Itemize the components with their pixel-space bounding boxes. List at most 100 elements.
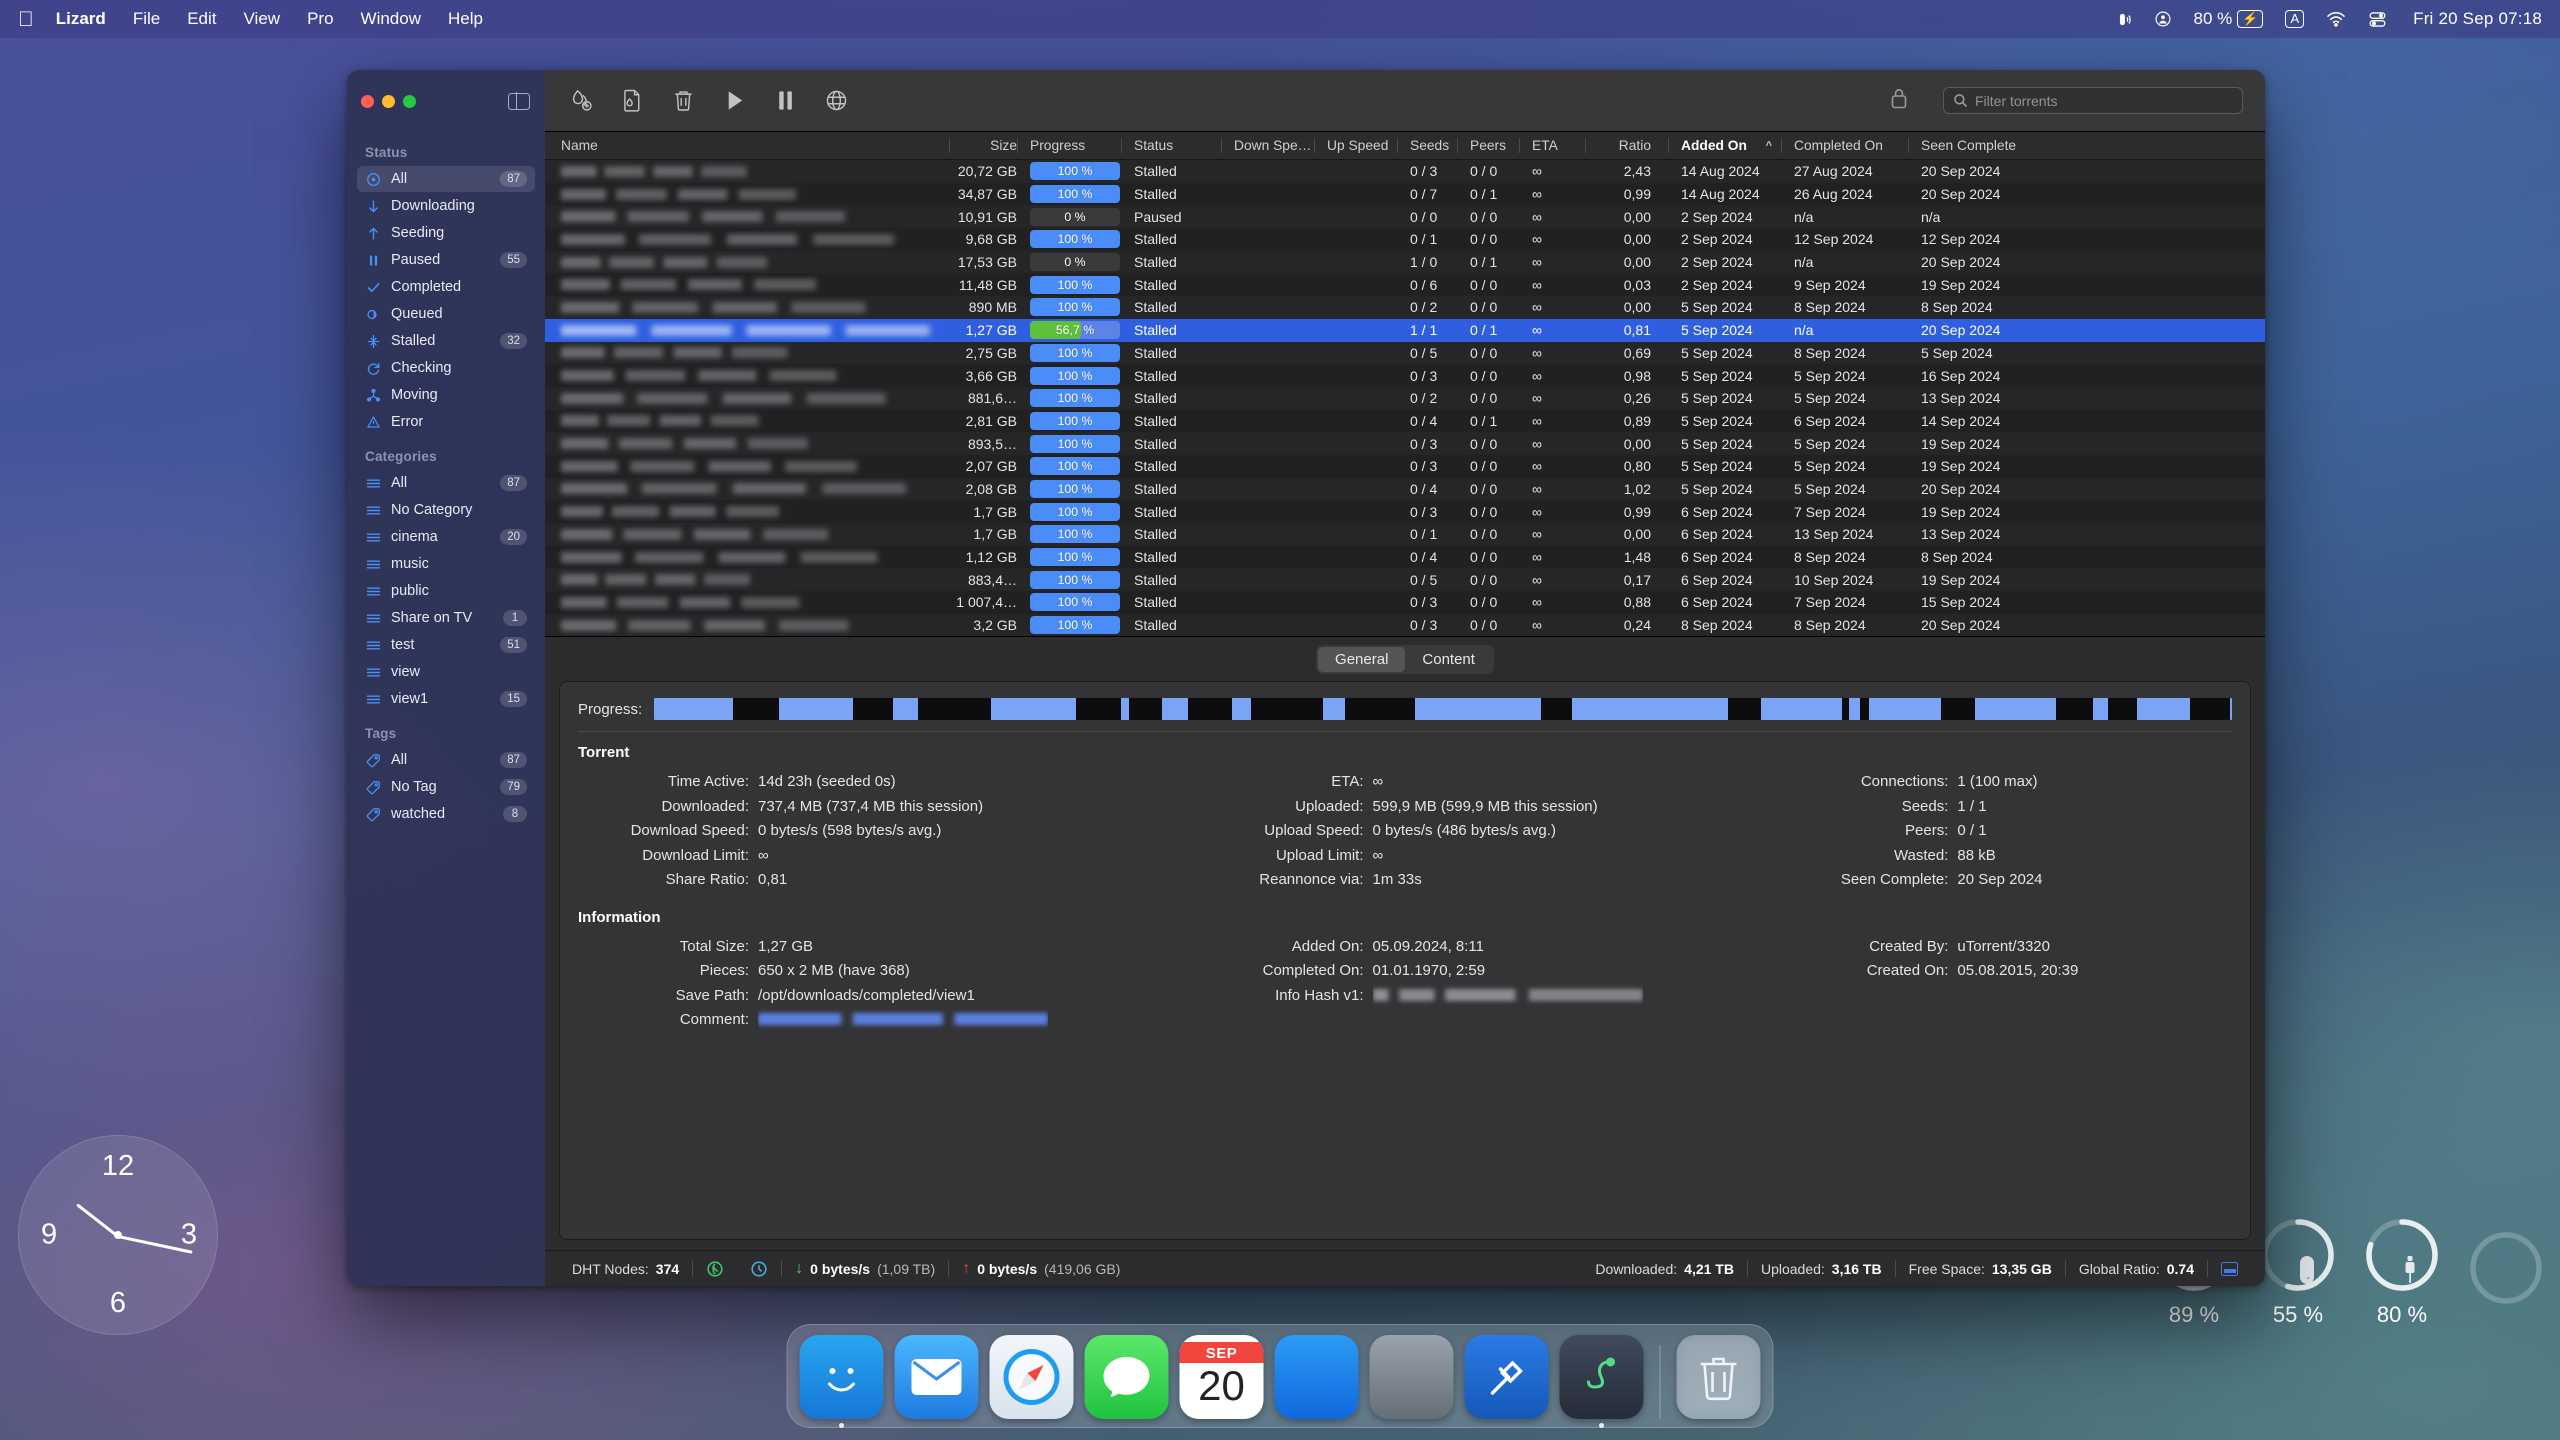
dock-item-trash[interactable] bbox=[1676, 1335, 1761, 1419]
table-row[interactable]: 34,87 GB 100 % Stalled 0 / 7 0 / 1 ∞ 0,99 14 Au… bbox=[545, 182, 2265, 206]
table-row[interactable]: 883,4… 100 % Stalled 0 / 5 0 / 0 ∞ 0,17 6 Sep 2… bbox=[545, 568, 2265, 592]
menu-item-pro[interactable]: Pro bbox=[307, 9, 333, 29]
table-row[interactable]: 20,72 GB 100 % Stalled 0 / 3 0 / 0 ∞ 2,43 14 Au… bbox=[545, 160, 2265, 183]
add-torrent-file-icon[interactable] bbox=[618, 87, 646, 115]
sidebar-item-public[interactable]: public bbox=[357, 578, 535, 604]
control-toggles-icon[interactable] bbox=[2368, 11, 2387, 28]
sidebar-item-no-tag[interactable]: No Tag 79 bbox=[357, 774, 535, 800]
input-source-indicator[interactable]: A bbox=[2285, 10, 2305, 28]
column-header-progress[interactable]: Progress bbox=[1017, 132, 1121, 159]
control-center-icon[interactable] bbox=[2154, 10, 2172, 28]
table-row[interactable]: 1,7 GB 100 % Stalled 0 / 1 0 / 0 ∞ 0,00 6 Sep 2… bbox=[545, 523, 2265, 546]
mini-window-icon[interactable] bbox=[2208, 1261, 2251, 1276]
column-header-peers[interactable]: Peers bbox=[1457, 132, 1519, 159]
dock-item-app-store[interactable] bbox=[1274, 1335, 1359, 1419]
menu-item-app[interactable]: Lizard bbox=[56, 9, 106, 29]
table-row[interactable]: 2,75 GB 100 % Stalled 0 / 5 0 / 0 ∞ 0,69 5 Sep … bbox=[545, 341, 2265, 365]
sidebar-item-completed[interactable]: Completed bbox=[357, 274, 535, 300]
menu-item-view[interactable]: View bbox=[244, 9, 281, 29]
column-header-ratio[interactable]: Ratio bbox=[1585, 132, 1668, 159]
sidebar-item-all[interactable]: All 87 bbox=[357, 747, 535, 773]
filter-torrents-input[interactable]: Filter torrents bbox=[1943, 87, 2243, 114]
sidebar-toggle-icon[interactable] bbox=[508, 91, 530, 111]
table-row[interactable]: 890 MB 100 % Stalled 0 / 2 0 / 0 ∞ 0,00 5 Sep 2… bbox=[545, 296, 2265, 319]
minimize-button[interactable] bbox=[382, 94, 395, 108]
sidebar-item-no-category[interactable]: No Category bbox=[357, 497, 535, 523]
dock-item-mail[interactable] bbox=[894, 1335, 979, 1419]
sidebar-item-seeding[interactable]: Seeding bbox=[357, 220, 535, 246]
sidebar-item-watched[interactable]: watched 8 bbox=[357, 801, 535, 827]
traffic-lights[interactable] bbox=[361, 94, 416, 108]
sidebar-item-all[interactable]: All 87 bbox=[357, 166, 535, 192]
apple-logo-icon[interactable]:  bbox=[18, 9, 34, 30]
sidebar-item-share-on-tv[interactable]: Share on TV 1 bbox=[357, 605, 535, 631]
pause-icon[interactable] bbox=[771, 87, 799, 115]
dock-item-safari[interactable] bbox=[989, 1335, 1074, 1419]
table-row[interactable]: 881,6… 100 % Stalled 0 / 2 0 / 0 ∞ 0,26 5 Sep 2… bbox=[545, 386, 2265, 410]
menu-item-help[interactable]: Help bbox=[448, 9, 483, 29]
wifi-icon[interactable] bbox=[2326, 11, 2346, 27]
table-row[interactable]: 2,07 GB 100 % Stalled 0 / 3 0 / 0 ∞ 0,80 5 Sep … bbox=[545, 454, 2265, 478]
tab-general[interactable]: General bbox=[1318, 646, 1406, 672]
sidebar-item-test[interactable]: test 51 bbox=[357, 632, 535, 658]
column-header-completed-on[interactable]: Completed On bbox=[1781, 132, 1908, 159]
table-row[interactable]: 1,7 GB 100 % Stalled 0 / 3 0 / 0 ∞ 0,99 6 Sep 2… bbox=[545, 500, 2265, 523]
ring-cell-empty-icon[interactable] bbox=[2462, 1229, 2550, 1315]
table-row[interactable]: 2,08 GB 100 % Stalled 0 / 4 0 / 0 ∞ 1,02 5 Sep … bbox=[545, 477, 2265, 501]
sidebar-item-paused[interactable]: Paused 55 bbox=[357, 247, 535, 273]
close-button[interactable] bbox=[361, 94, 374, 108]
dock-item-messages[interactable] bbox=[1084, 1335, 1169, 1419]
sidebar-item-all[interactable]: All 87 bbox=[357, 470, 535, 496]
table-row[interactable]: 3,2 GB 100 % Stalled 0 / 3 0 / 0 ∞ 0,24 8 Sep 2… bbox=[545, 613, 2265, 637]
maximize-button[interactable] bbox=[403, 94, 416, 108]
column-header-seen-complete[interactable]: Seen Complete bbox=[1908, 132, 2030, 159]
sidebar-item-moving[interactable]: Moving bbox=[357, 382, 535, 408]
table-row[interactable]: 11,48 GB 100 % Stalled 0 / 6 0 / 0 ∞ 0,03 2 Sep… bbox=[545, 273, 2265, 297]
sidebar-item-music[interactable]: music bbox=[357, 551, 535, 577]
table-row[interactable]: 2,81 GB 100 % Stalled 0 / 4 0 / 1 ∞ 0,89 5 Sep … bbox=[545, 409, 2265, 433]
column-header-name[interactable]: Name bbox=[545, 132, 949, 159]
table-row[interactable]: 10,91 GB 0 % Paused 0 / 0 0 / 0 ∞ 0,00 2 Sep 20… bbox=[545, 205, 2265, 229]
dock-item-system-settings[interactable] bbox=[1369, 1335, 1454, 1419]
alt-speed-icon[interactable] bbox=[737, 1260, 781, 1278]
battery-status[interactable]: 80 % ⚡ bbox=[2194, 9, 2264, 29]
column-header-eta[interactable]: ETA bbox=[1519, 132, 1585, 159]
table-row[interactable]: 3,66 GB 100 % Stalled 0 / 3 0 / 0 ∞ 0,98 5 Sep … bbox=[545, 364, 2265, 387]
dock-item-finder[interactable] bbox=[799, 1335, 884, 1428]
tab-content[interactable]: Content bbox=[1405, 647, 1492, 672]
sidebar-item-queued[interactable]: Queued bbox=[357, 301, 535, 327]
menu-item-window[interactable]: Window bbox=[361, 9, 421, 29]
table-row[interactable]: 1,27 GB 56,7 % Stalled 1 / 1 0 / 1 ∞ 0,81 5 Sep… bbox=[545, 318, 2265, 342]
table-row[interactable]: 893,5… 100 % Stalled 0 / 3 0 / 0 ∞ 0,00 5 Sep 2… bbox=[545, 432, 2265, 455]
dock-item-calendar[interactable]: SEP 20 bbox=[1179, 1335, 1264, 1419]
dock-item-lizard[interactable] bbox=[1559, 1335, 1644, 1428]
table-row[interactable]: 17,53 GB 0 % Stalled 1 / 0 0 / 1 ∞ 0,00 2 Sep 2… bbox=[545, 250, 2265, 274]
column-header-status[interactable]: Status bbox=[1121, 132, 1221, 159]
menu-item-edit[interactable]: Edit bbox=[187, 9, 216, 29]
dock-item-xcode[interactable] bbox=[1464, 1335, 1549, 1419]
sidebar-item-stalled[interactable]: Stalled 32 bbox=[357, 328, 535, 354]
column-header-down-speed[interactable]: Down Spe… bbox=[1221, 132, 1314, 159]
sidebar-item-downloading[interactable]: Downloading bbox=[357, 193, 535, 219]
table-row[interactable]: 1,12 GB 100 % Stalled 0 / 4 0 / 0 ∞ 1,48 6 Sep … bbox=[545, 545, 2265, 569]
column-header-up-speed[interactable]: Up Speed bbox=[1314, 132, 1397, 159]
lock-icon[interactable] bbox=[1888, 86, 1910, 115]
sidebar-item-error[interactable]: Error bbox=[357, 409, 535, 435]
sidebar-item-view1[interactable]: view1 15 bbox=[357, 686, 535, 712]
ring-cell-cable-icon[interactable]: 80 % bbox=[2358, 1216, 2446, 1328]
sidebar-item-checking[interactable]: Checking bbox=[357, 355, 535, 381]
table-row[interactable]: 1 007,4… 100 % Stalled 0 / 3 0 / 0 ∞ 0,88 6 Sep… bbox=[545, 591, 2265, 614]
add-torrent-link-icon[interactable] bbox=[567, 87, 595, 115]
menubar-clock[interactable]: Fri 20 Sep 07:18 bbox=[2413, 9, 2542, 29]
globe-icon[interactable] bbox=[822, 87, 850, 115]
column-header-seeds[interactable]: Seeds bbox=[1397, 132, 1457, 159]
delete-icon[interactable] bbox=[669, 87, 697, 115]
column-header-added-on[interactable]: Added On ^ bbox=[1668, 132, 1781, 159]
airplay-audio-icon[interactable] bbox=[2115, 11, 2132, 28]
sidebar-item-cinema[interactable]: cinema 20 bbox=[357, 524, 535, 550]
column-header-size[interactable]: Size bbox=[949, 132, 1017, 159]
sidebar-item-view[interactable]: view bbox=[357, 659, 535, 685]
connection-status-icon[interactable] bbox=[693, 1260, 737, 1278]
ring-cell-mouse-icon[interactable]: 55 % bbox=[2254, 1216, 2342, 1328]
clock-widget[interactable]: 12 3 6 9 bbox=[18, 1135, 218, 1335]
